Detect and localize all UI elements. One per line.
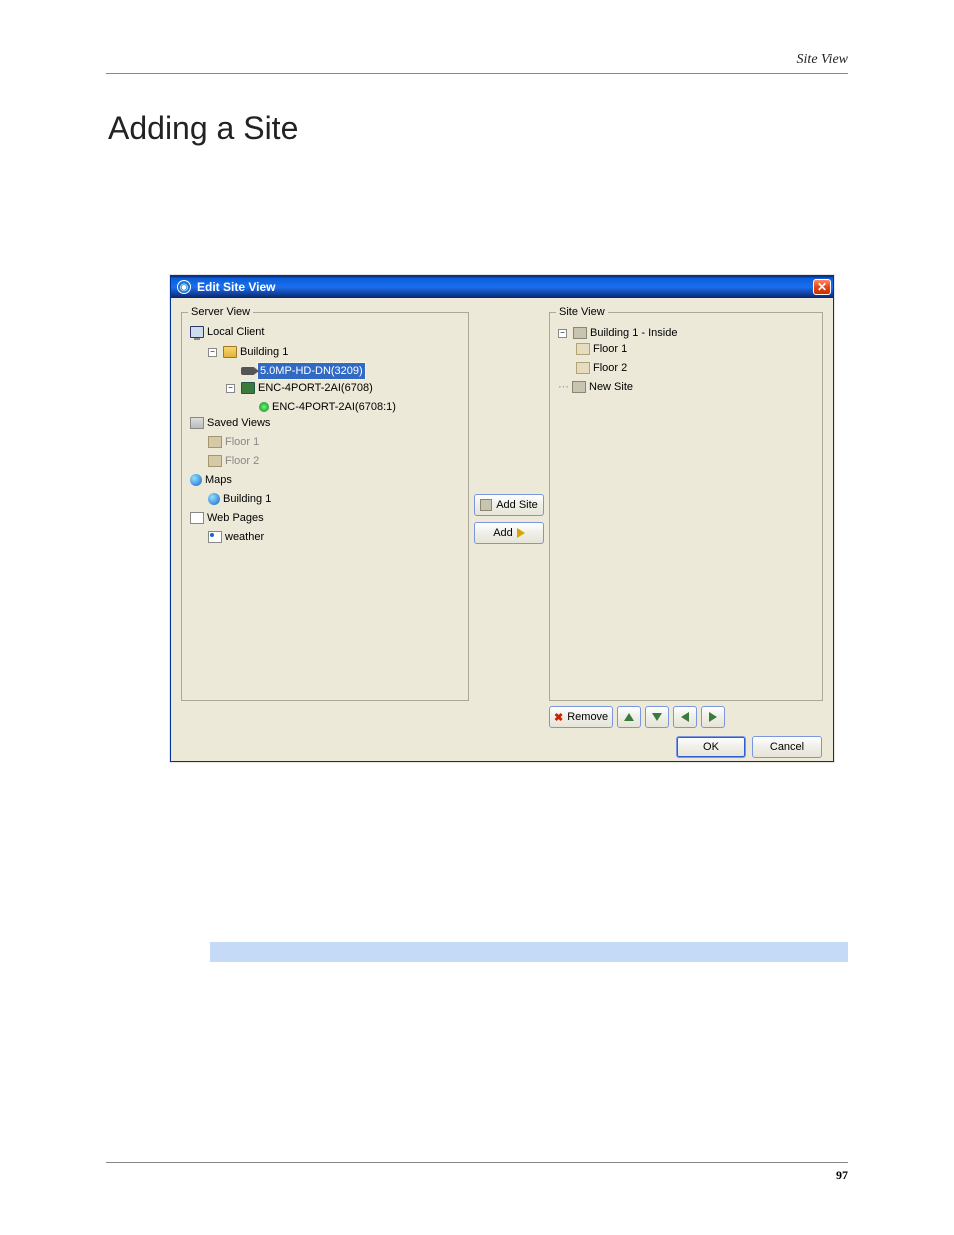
tree-floor-1[interactable]: Floor 1 [208, 434, 259, 450]
move-left-button[interactable] [673, 706, 697, 728]
folder-icon [223, 346, 237, 358]
x-icon: ✖ [554, 711, 563, 724]
building-icon [480, 499, 492, 511]
tree-label: Building 1 [223, 491, 271, 507]
highlight-strip [210, 942, 848, 962]
collapse-icon[interactable]: − [558, 329, 567, 338]
dialog-footer-buttons: OK Cancel [676, 736, 822, 758]
building-icon [572, 381, 586, 393]
tree-label: Floor 1 [225, 434, 259, 450]
footer-rule [106, 1162, 848, 1163]
add-button[interactable]: Add [474, 522, 544, 544]
tree-floor-2[interactable]: Floor 2 [208, 453, 259, 469]
remove-button[interactable]: ✖ Remove [549, 706, 613, 728]
button-label: Add [493, 527, 513, 539]
arrow-right-icon [709, 712, 717, 722]
page-title: Adding a Site [108, 110, 298, 147]
server-tree[interactable]: Local Client − Building 1 [188, 324, 462, 548]
tree-label: weather [225, 529, 264, 545]
globe-icon [190, 474, 202, 486]
floor-icon [208, 436, 222, 448]
move-right-button[interactable] [701, 706, 725, 728]
move-down-button[interactable] [645, 706, 669, 728]
tree-label: Saved Views [207, 415, 270, 431]
button-label: Add Site [496, 499, 538, 511]
add-site-button[interactable]: Add Site [474, 494, 544, 516]
building-icon [573, 327, 587, 339]
tree-saved-views[interactable]: Saved Views [190, 415, 270, 431]
close-button[interactable]: ✕ [813, 279, 831, 295]
site-action-row: ✖ Remove [549, 706, 725, 728]
tree-label: Local Client [207, 324, 264, 340]
tree-building-inside[interactable]: − Building 1 - Inside [558, 325, 677, 341]
tree-map-building[interactable]: Building 1 [208, 491, 271, 507]
saved-views-icon [190, 417, 204, 429]
tree-label: New Site [589, 379, 633, 395]
app-icon: ◉ [177, 280, 191, 294]
collapse-icon[interactable]: − [226, 384, 235, 393]
tree-web-pages[interactable]: Web Pages [190, 510, 264, 526]
site-view-legend: Site View [556, 306, 608, 318]
tree-label: Floor 2 [225, 453, 259, 469]
floor-icon [208, 455, 222, 467]
cancel-button[interactable]: Cancel [752, 736, 822, 758]
dialog-body: Server View Local Client − Building 1 [171, 298, 833, 761]
arrow-right-icon [517, 528, 525, 538]
encoder-icon [241, 382, 255, 394]
breadcrumb: Site View [797, 52, 848, 68]
ok-button[interactable]: OK [676, 736, 746, 758]
tree-label: Floor 2 [593, 360, 627, 376]
page-header: Site View [106, 52, 848, 74]
door-icon [576, 343, 590, 355]
arrow-left-icon [681, 712, 689, 722]
dialog-titlebar[interactable]: ◉ Edit Site View ✕ [171, 276, 833, 298]
tree-local-client[interactable]: Local Client [190, 324, 264, 340]
tree-label-selected: 5.0MP-HD-DN(3209) [258, 363, 365, 379]
arrow-down-icon [652, 713, 662, 721]
monitor-icon [190, 326, 204, 338]
tree-site-floor-1[interactable]: Floor 1 [576, 341, 627, 357]
tree-label: ENC-4PORT-2AI(6708:1) [272, 399, 396, 415]
page-icon [190, 512, 204, 524]
tree-label: Maps [205, 472, 232, 488]
tree-maps[interactable]: Maps [190, 472, 232, 488]
tree-encoder-channel[interactable]: ENC-4PORT-2AI(6708:1) [244, 399, 396, 415]
page-number: 97 [836, 1168, 848, 1183]
site-tree[interactable]: − Building 1 - Inside Floor 1 Floor 2 [556, 324, 816, 395]
server-view-panel: Server View Local Client − Building 1 [181, 306, 469, 701]
site-view-panel: Site View − Building 1 - Inside Floor 1 [549, 306, 823, 701]
webpage-icon [208, 531, 222, 543]
tree-new-site[interactable]: ⋯ New Site [558, 379, 633, 395]
move-up-button[interactable] [617, 706, 641, 728]
tree-site-floor-2[interactable]: Floor 2 [576, 360, 627, 376]
edit-site-view-dialog: ◉ Edit Site View ✕ Server View Local Cli… [170, 275, 834, 762]
tree-label: Building 1 [240, 344, 288, 360]
server-view-legend: Server View [188, 306, 253, 318]
collapse-icon[interactable]: − [208, 348, 217, 357]
tree-camera[interactable]: 5.0MP-HD-DN(3209) [226, 363, 365, 379]
dialog-title: Edit Site View [197, 280, 813, 294]
tree-building-1[interactable]: − Building 1 [208, 344, 288, 360]
button-label: Remove [567, 711, 608, 723]
camera-icon [241, 367, 255, 375]
tree-label: ENC-4PORT-2AI(6708) [258, 380, 373, 396]
tree-encoder[interactable]: − ENC-4PORT-2AI(6708) [226, 380, 373, 396]
door-icon [576, 362, 590, 374]
tree-weather[interactable]: weather [208, 529, 264, 545]
arrow-up-icon [624, 713, 634, 721]
globe-icon [208, 493, 220, 505]
tree-label: Web Pages [207, 510, 264, 526]
tree-label: Building 1 - Inside [590, 325, 677, 341]
transfer-buttons: Add Site Add [474, 494, 544, 544]
tree-label: Floor 1 [593, 341, 627, 357]
channel-icon [259, 402, 269, 412]
